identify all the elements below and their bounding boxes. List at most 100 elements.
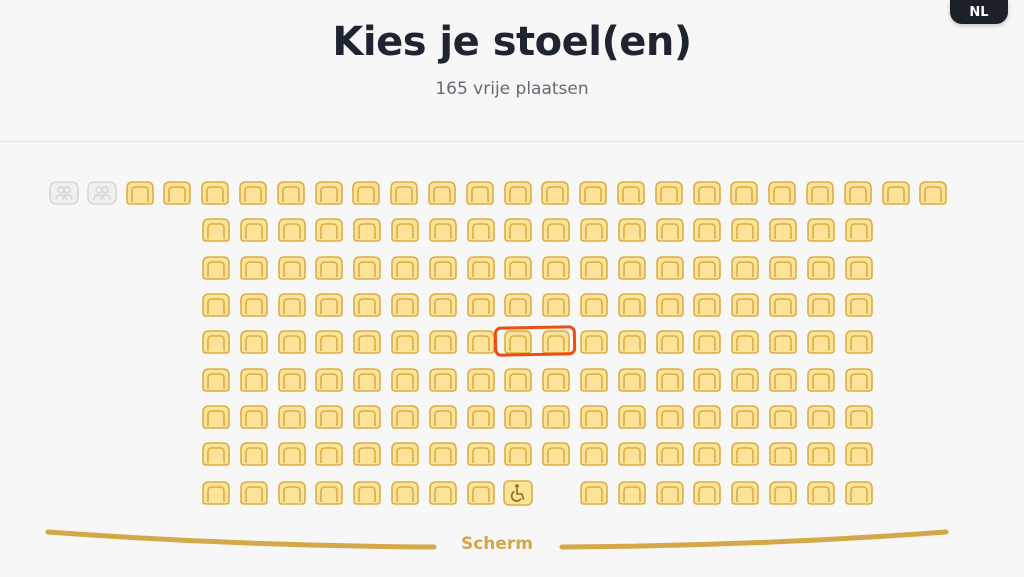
seat-icon[interactable] bbox=[351, 217, 383, 243]
seat-icon[interactable] bbox=[804, 180, 836, 206]
seat-icon[interactable] bbox=[351, 441, 383, 467]
seat-icon[interactable] bbox=[540, 329, 572, 355]
seat-icon[interactable] bbox=[805, 480, 837, 506]
seat-icon[interactable] bbox=[654, 480, 686, 506]
seat-icon[interactable] bbox=[616, 329, 648, 355]
seat-icon[interactable] bbox=[691, 292, 723, 318]
seat-icon[interactable] bbox=[578, 441, 610, 467]
seat-icon[interactable] bbox=[578, 329, 610, 355]
seat-icon[interactable] bbox=[691, 441, 723, 467]
seat-icon[interactable] bbox=[767, 255, 799, 281]
seat-icon[interactable] bbox=[539, 180, 571, 206]
seat-icon[interactable] bbox=[805, 404, 837, 430]
seat-icon[interactable] bbox=[502, 329, 534, 355]
seat-icon[interactable] bbox=[540, 404, 572, 430]
seat-icon[interactable] bbox=[200, 217, 232, 243]
seat-icon[interactable] bbox=[465, 480, 497, 506]
seat-icon[interactable] bbox=[351, 255, 383, 281]
seat-icon[interactable] bbox=[767, 441, 799, 467]
seat-icon[interactable] bbox=[350, 180, 382, 206]
seat-icon[interactable] bbox=[691, 367, 723, 393]
seat-icon[interactable] bbox=[200, 329, 232, 355]
seat-icon[interactable] bbox=[389, 292, 421, 318]
seat-icon[interactable] bbox=[389, 367, 421, 393]
seat-icon[interactable] bbox=[502, 404, 534, 430]
seat-icon[interactable] bbox=[691, 404, 723, 430]
seat-icon[interactable] bbox=[766, 180, 798, 206]
seat-icon[interactable] bbox=[691, 217, 723, 243]
seat-icon[interactable] bbox=[161, 180, 193, 206]
seat-icon[interactable] bbox=[276, 441, 308, 467]
seat-icon[interactable] bbox=[653, 180, 685, 206]
seat-icon[interactable] bbox=[691, 329, 723, 355]
seat-icon[interactable] bbox=[389, 255, 421, 281]
seat-icon[interactable] bbox=[616, 441, 648, 467]
seat-icon[interactable] bbox=[238, 404, 270, 430]
seat-icon[interactable] bbox=[767, 292, 799, 318]
seat-icon[interactable] bbox=[238, 480, 270, 506]
seat-icon[interactable] bbox=[577, 180, 609, 206]
seat-icon[interactable] bbox=[465, 329, 497, 355]
seat-icon[interactable] bbox=[729, 292, 761, 318]
seat-icon[interactable] bbox=[654, 217, 686, 243]
seat-icon[interactable] bbox=[426, 180, 458, 206]
seat-icon[interactable] bbox=[465, 217, 497, 243]
seat-icon[interactable] bbox=[238, 217, 270, 243]
seat-icon[interactable] bbox=[351, 480, 383, 506]
seat-icon[interactable] bbox=[729, 329, 761, 355]
seat-icon[interactable] bbox=[843, 480, 875, 506]
seat-icon[interactable] bbox=[843, 217, 875, 243]
seat-icon[interactable] bbox=[843, 441, 875, 467]
seat-icon[interactable] bbox=[616, 217, 648, 243]
seat-icon[interactable] bbox=[427, 404, 459, 430]
seat-icon[interactable] bbox=[389, 329, 421, 355]
seat-icon[interactable] bbox=[616, 292, 648, 318]
seat-icon[interactable] bbox=[313, 404, 345, 430]
seat-icon[interactable] bbox=[805, 367, 837, 393]
seat-icon[interactable] bbox=[654, 367, 686, 393]
seat-icon[interactable] bbox=[729, 404, 761, 430]
seat-icon[interactable] bbox=[427, 329, 459, 355]
seat-icon[interactable] bbox=[843, 329, 875, 355]
seat-icon[interactable] bbox=[502, 292, 534, 318]
seat-icon[interactable] bbox=[616, 367, 648, 393]
seat-icon[interactable] bbox=[276, 217, 308, 243]
seat-icon[interactable] bbox=[843, 367, 875, 393]
seat-icon[interactable] bbox=[767, 329, 799, 355]
seat-icon[interactable] bbox=[616, 255, 648, 281]
seat-icon[interactable] bbox=[540, 292, 572, 318]
seat-icon[interactable] bbox=[238, 367, 270, 393]
seat-icon[interactable] bbox=[200, 292, 232, 318]
seat-icon[interactable] bbox=[238, 255, 270, 281]
seat-icon[interactable] bbox=[313, 292, 345, 318]
seat-icon[interactable] bbox=[427, 480, 459, 506]
seat-icon[interactable] bbox=[313, 217, 345, 243]
seat-icon[interactable] bbox=[691, 255, 723, 281]
seat-icon[interactable] bbox=[729, 255, 761, 281]
seat-icon[interactable] bbox=[767, 367, 799, 393]
seat-icon[interactable] bbox=[578, 217, 610, 243]
seat-icon[interactable] bbox=[654, 329, 686, 355]
seat-icon[interactable] bbox=[767, 480, 799, 506]
seat-icon[interactable] bbox=[502, 180, 534, 206]
seat-icon[interactable] bbox=[389, 441, 421, 467]
seat-icon[interactable] bbox=[276, 292, 308, 318]
seat-icon[interactable] bbox=[313, 255, 345, 281]
seat-icon[interactable] bbox=[805, 292, 837, 318]
seat-icon[interactable] bbox=[729, 441, 761, 467]
seat-icon[interactable] bbox=[200, 255, 232, 281]
seat-icon[interactable] bbox=[464, 180, 496, 206]
seat-icon[interactable] bbox=[199, 180, 231, 206]
seat-icon[interactable] bbox=[691, 480, 723, 506]
seat-icon[interactable] bbox=[238, 292, 270, 318]
seat-icon[interactable] bbox=[880, 180, 912, 206]
seat-icon[interactable] bbox=[465, 404, 497, 430]
seat-icon[interactable] bbox=[578, 480, 610, 506]
seat-icon[interactable] bbox=[124, 180, 156, 206]
seat-icon[interactable] bbox=[276, 480, 308, 506]
seat-icon[interactable] bbox=[502, 367, 534, 393]
seat-icon[interactable] bbox=[389, 404, 421, 430]
seat-icon[interactable] bbox=[389, 480, 421, 506]
seat-icon[interactable] bbox=[578, 367, 610, 393]
seat-icon[interactable] bbox=[616, 480, 648, 506]
